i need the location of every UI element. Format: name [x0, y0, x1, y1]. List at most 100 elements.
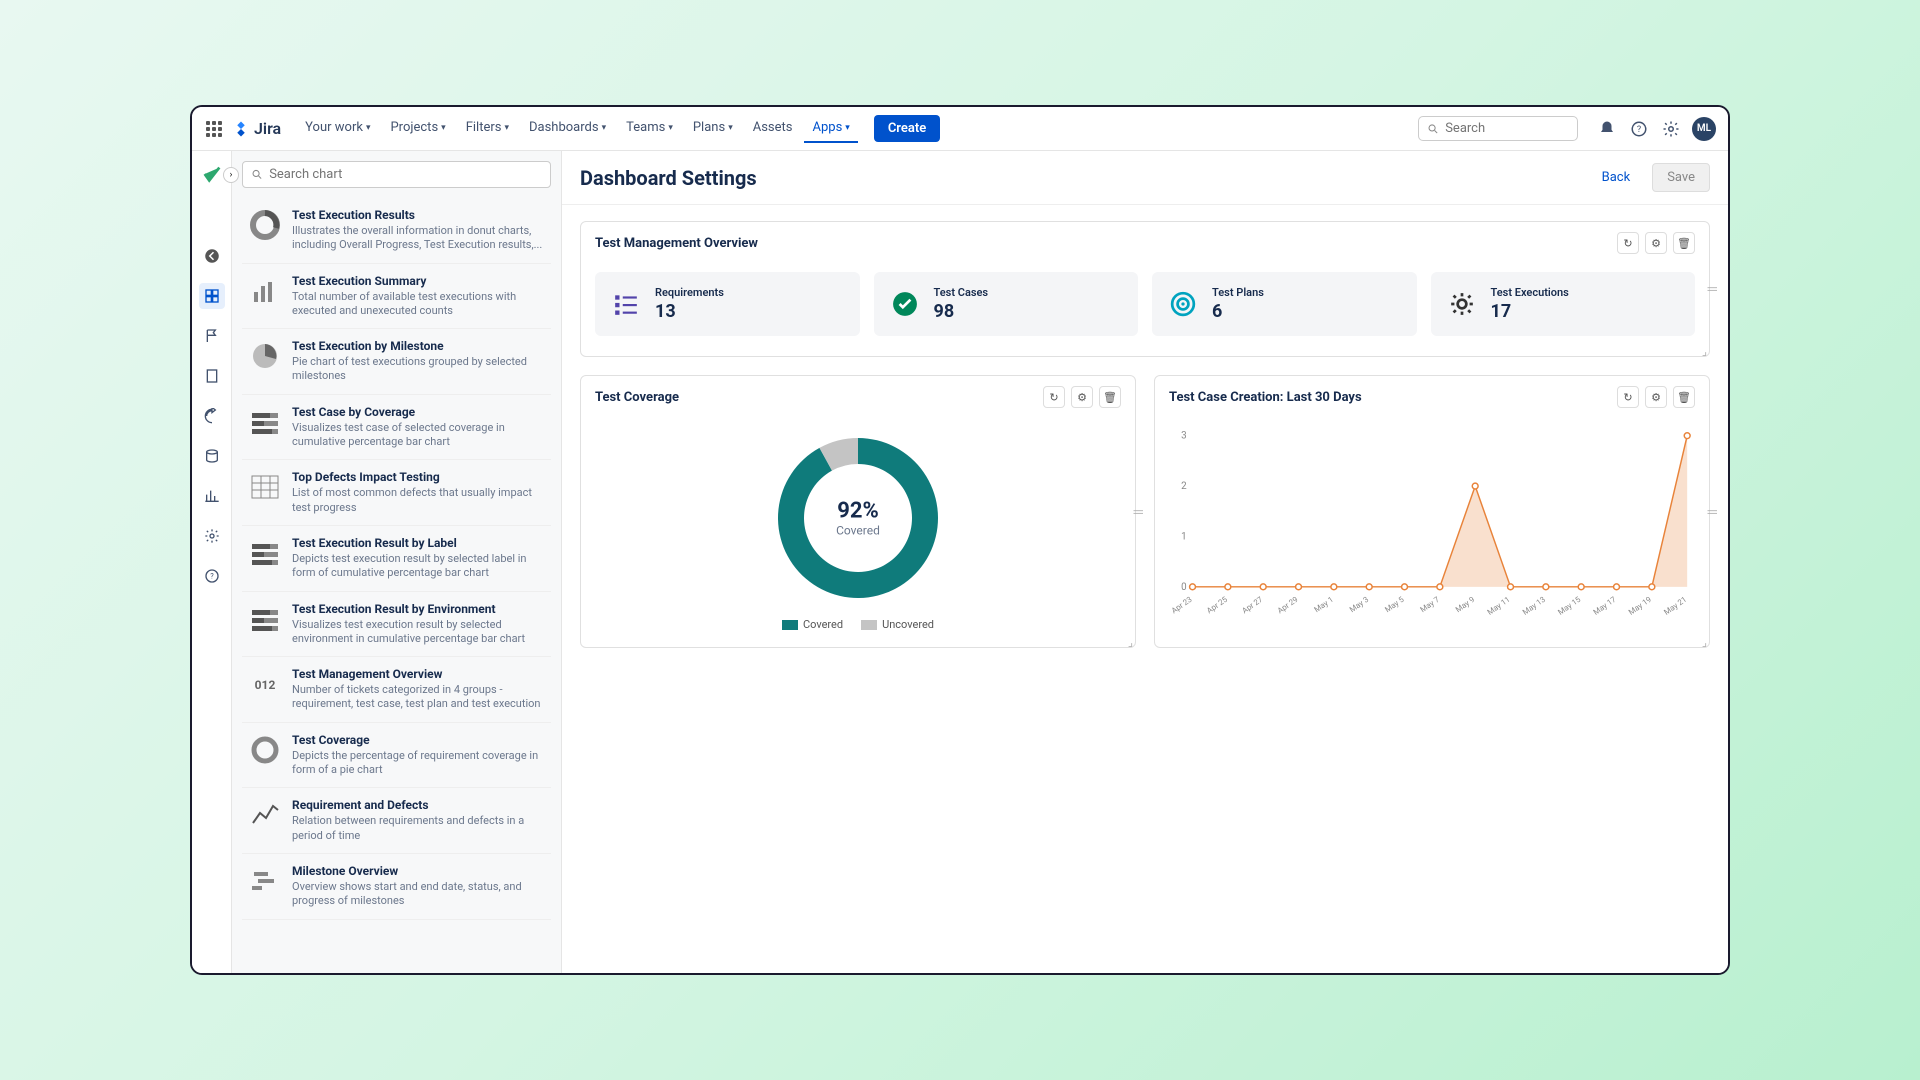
- save-button[interactable]: Save: [1652, 163, 1710, 192]
- rail-help-icon[interactable]: ?: [199, 563, 225, 589]
- nav-item-filters[interactable]: Filters ▾: [458, 114, 517, 143]
- nav-item-apps[interactable]: Apps ▾: [804, 114, 857, 143]
- chart-thumb-icon: [248, 470, 282, 504]
- svg-text:May 11: May 11: [1486, 595, 1512, 617]
- resize-handle-icon[interactable]: ⌟: [1702, 345, 1707, 358]
- svg-text:May 1: May 1: [1313, 595, 1335, 614]
- main-content: Dashboard Settings Back Save Test Manage…: [562, 151, 1728, 973]
- brand-name: Jira: [254, 119, 281, 138]
- svg-text:Apr 23: Apr 23: [1170, 595, 1194, 616]
- resize-handle-icon[interactable]: ||: [1706, 509, 1719, 514]
- stat-value: 13: [655, 301, 724, 322]
- chart-item-title: Test Execution by Milestone: [292, 339, 545, 353]
- chart-list-item[interactable]: Test Execution by Milestone Pie chart of …: [242, 329, 551, 395]
- coverage-title: Test Coverage: [595, 390, 679, 405]
- check-circle-icon: [890, 289, 920, 319]
- left-rail: › ?: [192, 151, 232, 973]
- create-button[interactable]: Create: [874, 115, 940, 142]
- nav-item-dashboards[interactable]: Dashboards ▾: [521, 114, 614, 143]
- svg-text:May 19: May 19: [1627, 595, 1653, 617]
- rail-data-icon[interactable]: [199, 443, 225, 469]
- resize-handle-icon[interactable]: ||: [1132, 509, 1145, 514]
- chart-item-desc: Relation between requirements and defect…: [292, 814, 545, 843]
- chart-thumb-icon: [248, 339, 282, 373]
- main-header: Dashboard Settings Back Save: [562, 151, 1728, 205]
- stat-card-test-executions: Test Executions17: [1431, 272, 1696, 336]
- resize-handle-icon[interactable]: ⌟: [1702, 636, 1707, 649]
- settings-icon[interactable]: [1660, 118, 1682, 140]
- sidebar-search[interactable]: [242, 161, 551, 188]
- jira-logo[interactable]: Jira: [232, 119, 281, 138]
- panel-delete-button[interactable]: 🗑: [1673, 386, 1695, 408]
- stat-label: Requirements: [655, 286, 724, 299]
- rail-reports-icon[interactable]: [199, 483, 225, 509]
- svg-text:1: 1: [1181, 531, 1187, 542]
- global-search[interactable]: [1418, 116, 1578, 141]
- panel-refresh-button[interactable]: ↻: [1043, 386, 1065, 408]
- chart-thumb-icon: [248, 733, 282, 767]
- chart-thumb-icon: [248, 274, 282, 308]
- global-search-input[interactable]: [1445, 121, 1569, 136]
- back-button[interactable]: Back: [1588, 164, 1645, 191]
- chart-list-item[interactable]: Top Defects Impact TestingList of most c…: [242, 460, 551, 526]
- app-switcher-icon[interactable]: [204, 119, 224, 139]
- chart-list-item[interactable]: Test Case by CoverageVisualizes test cas…: [242, 395, 551, 461]
- help-icon[interactable]: ?: [1628, 118, 1650, 140]
- nav-item-your-work[interactable]: Your work ▾: [297, 114, 378, 143]
- panel-settings-button[interactable]: ⚙: [1645, 232, 1667, 254]
- sidebar-search-input[interactable]: [269, 167, 542, 182]
- rail-cycle-icon[interactable]: [199, 403, 225, 429]
- nav-item-plans[interactable]: Plans ▾: [685, 114, 741, 143]
- resize-handle-icon[interactable]: ⌟: [1128, 636, 1133, 649]
- app-window: Jira Your work ▾Projects ▾Filters ▾Dashb…: [190, 105, 1730, 975]
- chart-list-item[interactable]: Test Execution SummaryTotal number of av…: [242, 264, 551, 330]
- rail-settings-icon[interactable]: [199, 523, 225, 549]
- rail-expand-toggle[interactable]: ›: [223, 167, 239, 183]
- chart-list-item[interactable]: Requirement and DefectsRelation between …: [242, 788, 551, 854]
- nav-item-projects[interactable]: Projects ▾: [382, 114, 453, 143]
- chart-item-title: Top Defects Impact Testing: [292, 470, 545, 484]
- svg-text:May 3: May 3: [1348, 595, 1370, 614]
- chart-item-desc: Overview shows start and end date, statu…: [292, 880, 545, 909]
- panel-refresh-button[interactable]: ↻: [1617, 386, 1639, 408]
- svg-text:Apr 25: Apr 25: [1205, 594, 1229, 615]
- svg-text:May 5: May 5: [1383, 594, 1406, 614]
- nav-item-assets[interactable]: Assets: [745, 114, 801, 143]
- panel-delete-button[interactable]: 🗑: [1673, 232, 1695, 254]
- rail-flag-icon[interactable]: [199, 323, 225, 349]
- resize-handle-icon[interactable]: ||: [1706, 286, 1719, 291]
- chart-list-item[interactable]: 012Test Management OverviewNumber of tic…: [242, 657, 551, 723]
- nav-menu: Your work ▾Projects ▾Filters ▾Dashboards…: [297, 114, 858, 143]
- stat-card-test-plans: Test Plans6: [1152, 272, 1417, 336]
- chart-list-item[interactable]: Test CoverageDepicts the percentage of r…: [242, 723, 551, 789]
- svg-text:May 15: May 15: [1556, 594, 1583, 616]
- panel-settings-button[interactable]: ⚙: [1071, 386, 1093, 408]
- nav-item-teams[interactable]: Teams ▾: [618, 114, 681, 143]
- stat-row: Requirements13Test Cases98Test Plans6Tes…: [581, 264, 1709, 356]
- panel-delete-button[interactable]: 🗑: [1099, 386, 1121, 408]
- chart-item-desc: Pie chart of test executions grouped by …: [292, 355, 545, 384]
- chart-list-item[interactable]: Test Execution Result by LabelDepicts te…: [242, 526, 551, 592]
- chart-sidebar: Test Execution ResultsIllustrates the ov…: [232, 151, 562, 973]
- user-avatar[interactable]: ML: [1692, 117, 1716, 141]
- svg-text:May 7: May 7: [1419, 594, 1442, 614]
- chart-item-title: Test Case by Coverage: [292, 405, 545, 419]
- stat-label: Test Executions: [1491, 286, 1569, 299]
- notifications-icon[interactable]: [1596, 118, 1618, 140]
- panel-settings-button[interactable]: ⚙: [1645, 386, 1667, 408]
- rail-page-icon[interactable]: [199, 363, 225, 389]
- checklist-icon: [611, 289, 641, 319]
- coverage-legend: CoveredUncovered: [782, 618, 934, 631]
- chart-list-item[interactable]: Test Execution Result by EnvironmentVisu…: [242, 592, 551, 658]
- chart-list-item[interactable]: Test Execution ResultsIllustrates the ov…: [242, 198, 551, 264]
- chart-item-desc: Number of tickets categorized in 4 group…: [292, 683, 545, 712]
- panel-refresh-button[interactable]: ↻: [1617, 232, 1639, 254]
- chart-list-item[interactable]: Milestone OverviewOverview shows start a…: [242, 854, 551, 920]
- chart-thumb-icon: [248, 208, 282, 242]
- rail-dashboard-icon[interactable]: [199, 283, 225, 309]
- svg-text:3: 3: [1181, 431, 1187, 442]
- chart-thumb-icon: 012: [248, 667, 282, 701]
- stat-label: Test Plans: [1212, 286, 1264, 299]
- rail-back-icon[interactable]: [199, 243, 225, 269]
- svg-text:?: ?: [1637, 125, 1641, 135]
